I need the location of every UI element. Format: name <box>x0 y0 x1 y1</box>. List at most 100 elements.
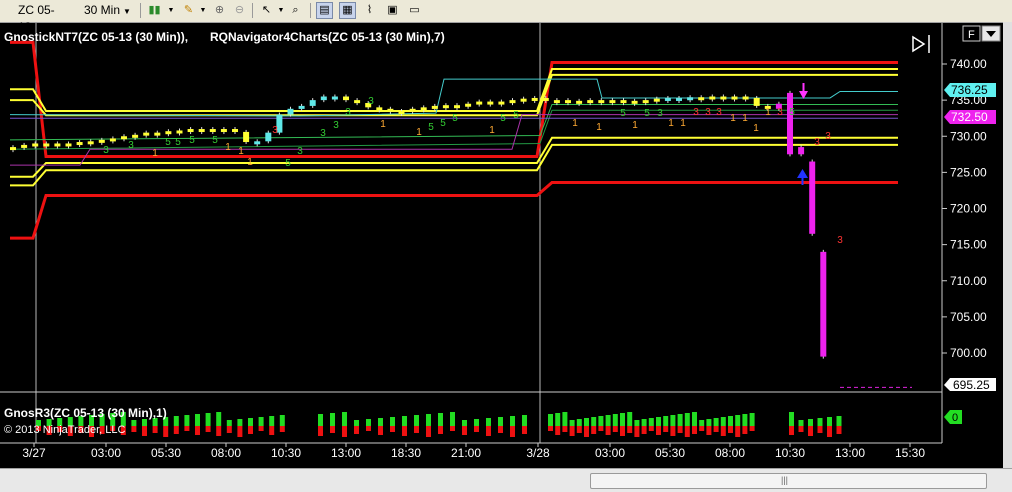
candle <box>487 101 494 105</box>
instrument-dropdown[interactable]: ZC 05-13▼ <box>14 2 82 34</box>
volume-bar-down <box>486 426 491 436</box>
x-tick-label: 10:30 <box>271 446 301 460</box>
candle <box>609 100 616 104</box>
data-box-button[interactable]: ▤ <box>316 2 333 19</box>
candle <box>809 161 816 234</box>
candle <box>343 96 349 101</box>
pointer-dropdown[interactable]: ▼ <box>276 2 286 19</box>
vertical-scroll-area[interactable] <box>1003 22 1012 468</box>
pencil-icon: ✎ <box>183 4 194 16</box>
candle <box>653 98 660 102</box>
volume-bar-down <box>648 426 654 431</box>
scrollbar-thumb[interactable]: ||| <box>590 473 987 489</box>
volume-bar-up <box>378 418 383 426</box>
volume-bar-down <box>598 426 604 431</box>
signal-number: 5 <box>189 135 195 146</box>
volume-bar-up <box>576 419 582 426</box>
select-pointer-button[interactable]: ↖ <box>258 2 275 19</box>
volume-bar-up <box>474 419 479 426</box>
strategies-button[interactable]: ⌇ <box>361 2 378 19</box>
volume-bar-down <box>699 426 705 431</box>
play-control-icon[interactable] <box>912 35 930 53</box>
volume-bar-down <box>205 426 211 432</box>
volume-bar-down <box>142 426 147 436</box>
price-tag-last: 695.25 <box>944 378 996 392</box>
x-tick-label: 3/28 <box>526 446 550 460</box>
templates-button[interactable]: ▭ <box>406 2 423 19</box>
candle <box>476 101 483 105</box>
price-chart[interactable]: 3 315 5 5 51 11353333311 5 5 515 51 1515 31 13 3 31 111… <box>0 23 1003 468</box>
volume-bar-down <box>378 426 383 435</box>
candle <box>243 131 250 143</box>
chart-style-dropdown[interactable]: ▼ <box>166 2 176 19</box>
candle <box>198 129 205 133</box>
chart-style-button[interactable]: ▮▮ <box>146 2 163 19</box>
volume-bar-down <box>522 426 527 434</box>
candle <box>254 141 261 145</box>
signal-number: 1 <box>680 118 686 129</box>
volume-bar-down <box>677 426 683 433</box>
signal-number: 5 <box>440 118 446 129</box>
drawing-pencil-button[interactable]: ✎ <box>180 2 197 19</box>
signal-number: 3 <box>333 120 339 131</box>
candle <box>43 143 50 147</box>
volume-bar-up <box>591 417 597 426</box>
horizontal-scrollbar[interactable]: ||| <box>0 468 1012 492</box>
interval-dropdown[interactable]: 30 Min ▼ <box>80 2 142 19</box>
candle <box>454 105 460 109</box>
chart-panel[interactable]: 3315555111353333311555155115153113331111… <box>0 23 1003 468</box>
volume-bar-down <box>462 426 467 435</box>
drawing-dropdown[interactable]: ▼ <box>198 2 208 19</box>
candle <box>753 97 760 106</box>
x-tick-label: 05:30 <box>151 446 181 460</box>
volume-bar-up <box>131 420 137 426</box>
volume-bar-down <box>426 426 431 437</box>
chevron-down-icon: ▼ <box>277 7 285 14</box>
volume-bar-up <box>184 415 190 426</box>
volume-bar-down <box>402 426 407 436</box>
candle <box>176 130 183 134</box>
panel-f-button[interactable]: F <box>962 25 981 42</box>
volume-bar-down <box>258 426 264 431</box>
signal-number: 1 <box>742 113 748 124</box>
volume-bar-up <box>426 414 431 426</box>
volume-bar-up <box>279 415 285 426</box>
zoom-in-button[interactable]: ⊕ <box>211 2 228 19</box>
volume-bar-up <box>205 413 211 426</box>
indicators-icon: ▦ <box>342 4 353 16</box>
chevron-down-icon: ▼ <box>199 7 207 14</box>
volume-bar-down <box>474 426 479 432</box>
volume-bar-up <box>620 413 625 426</box>
candle <box>21 144 28 148</box>
volume-bar-down <box>131 426 137 432</box>
volume-bar-up <box>142 419 147 426</box>
zoom-out-button[interactable]: ⊖ <box>231 2 248 19</box>
volume-bar-up <box>598 416 604 426</box>
volume-bar-up <box>330 413 335 426</box>
toolbar-separator <box>310 3 311 18</box>
copyright-text: © 2013 NinjaTrader, LLC <box>4 424 125 436</box>
volume-bar-down <box>627 426 633 433</box>
volume-bar-up <box>450 412 455 426</box>
candle <box>576 100 583 104</box>
candle <box>143 132 150 136</box>
panel-menu-button[interactable] <box>981 25 1001 42</box>
indicators-button[interactable]: ▦ <box>339 2 356 19</box>
volume-bar-up <box>656 417 661 426</box>
x-tick-label: 03:00 <box>91 446 121 460</box>
panel-f-label: F <box>968 29 975 41</box>
volume-bar-down <box>330 426 335 433</box>
candle <box>720 96 727 100</box>
volume-bar-down <box>735 426 741 437</box>
volume-bar-up <box>627 412 633 426</box>
volume-bar-down <box>414 426 419 433</box>
candle <box>298 105 305 109</box>
zoom-box-button[interactable]: ⌕ <box>287 2 304 19</box>
signal-number: 3 <box>814 137 820 148</box>
candle <box>309 100 316 106</box>
candle <box>731 96 738 100</box>
properties-button[interactable]: ▣ <box>384 2 401 19</box>
volume-bar-down <box>318 426 323 436</box>
yellow-lower-level-line <box>10 143 898 187</box>
data-box-icon: ▤ <box>319 4 330 16</box>
